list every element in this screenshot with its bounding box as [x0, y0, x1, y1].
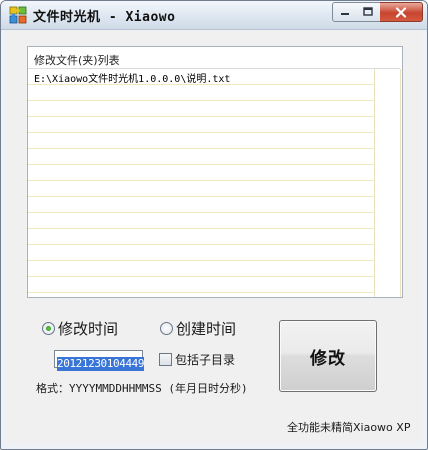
list-row-line — [28, 260, 374, 261]
list-row-line — [28, 292, 374, 293]
maximize-icon — [363, 7, 373, 16]
datetime-input-value[interactable]: 20121230104449 — [57, 357, 145, 371]
title-bar[interactable]: 文件时光机 - Xiaowo — [1, 1, 427, 30]
list-column-line — [374, 69, 375, 297]
list-row-line — [28, 164, 374, 165]
puzzle-app-icon — [9, 6, 27, 24]
list-row-line — [28, 100, 374, 101]
footer-label: 全功能未精简Xiaowo XP — [287, 421, 411, 434]
window-title: 文件时光机 - Xiaowo — [33, 10, 176, 25]
radio-create-time-label: 创建时间 — [176, 320, 237, 338]
minimize-icon — [341, 13, 349, 15]
radio-modify-time[interactable]: 修改时间 — [42, 318, 118, 339]
dialog-body: 修改文件(夹)列表 E:\Xiaowo文件时光机1.0.0.0\说明.txt 修… — [6, 30, 422, 443]
list-row-line — [28, 212, 374, 213]
list-row-line — [28, 180, 374, 181]
radio-create-time[interactable]: 创建时间 — [160, 318, 236, 339]
close-button[interactable] — [380, 2, 423, 22]
list-row-line — [28, 116, 374, 117]
radio-selected-icon[interactable] — [42, 322, 55, 335]
list-row-line — [28, 196, 374, 197]
list-row-line — [28, 276, 374, 277]
maximize-button[interactable] — [356, 2, 381, 22]
file-list[interactable]: 修改文件(夹)列表 E:\Xiaowo文件时光机1.0.0.0\说明.txt — [27, 46, 403, 298]
format-hint: 格式：YYYYMMDDHHMMSS (年月日时分秒) — [36, 382, 248, 395]
list-row-line — [28, 132, 374, 133]
checkbox-icon[interactable] — [159, 353, 172, 366]
list-row-line — [28, 148, 374, 149]
list-header-divider — [28, 68, 400, 69]
include-subdir-label: 包括子目录 — [175, 353, 236, 367]
file-list-header: 修改文件(夹)列表 — [34, 54, 120, 67]
list-row-line — [28, 84, 374, 85]
list-row-line — [28, 244, 374, 245]
list-row-line — [28, 228, 374, 229]
datetime-input[interactable]: 20121230104449 — [54, 350, 145, 371]
radio-modify-time-label: 修改时间 — [58, 320, 119, 338]
app-window: 文件时光机 - Xiaowo 修改文件(夹)列表 E:\Xiaowo文件时光机1… — [0, 0, 428, 450]
minimize-button[interactable] — [332, 2, 358, 22]
modify-button[interactable]: 修改 — [279, 320, 377, 392]
radio-unselected-icon[interactable] — [160, 322, 173, 335]
include-subdir-checkbox[interactable]: 包括子目录 — [159, 351, 235, 368]
list-item[interactable]: E:\Xiaowo文件时光机1.0.0.0\说明.txt — [34, 70, 230, 85]
list-column-line — [400, 69, 401, 297]
close-icon — [395, 6, 407, 18]
